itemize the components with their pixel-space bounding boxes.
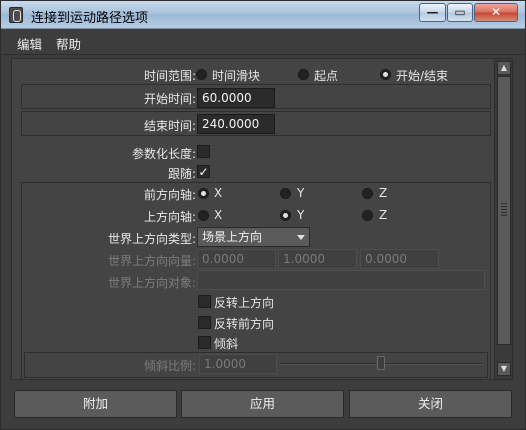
chevron-down-icon: ▼ [500,364,508,373]
dropdown-arrow-icon [297,235,305,240]
dialog-window: 连接到运动路径选项 — ▭ ✕ 编辑 帮助 时间范围: 时间滑块 起点 开始/结… [0,0,526,430]
scroll-up-button[interactable]: ▲ [497,61,511,75]
menu-bar: 编辑 帮助 [2,30,524,54]
front-axis-x-label[interactable]: X [214,186,222,200]
menu-edit[interactable]: 编辑 [17,34,42,53]
start-time-label: 开始时间: [143,92,196,106]
end-time-field[interactable]: 240.0000 [197,114,275,134]
front-axis-y-label[interactable]: Y [297,186,304,200]
minimize-icon: — [426,5,439,19]
world-up-vector-y-field[interactable]: 1.0000 [278,249,357,269]
time-range-slider-label[interactable]: 时间滑块 [212,67,260,84]
world-up-vector-x-field[interactable]: 0.0000 [197,249,276,269]
inverse-up-checkbox[interactable] [198,295,211,308]
bank-checkbox[interactable] [198,336,211,349]
close-icon: ✕ [490,5,502,19]
scroll-down-button[interactable]: ▼ [497,362,511,376]
world-up-object-label: 世界上方向对象: [107,276,196,290]
world-up-type-value: 场景上方向 [202,230,263,244]
up-axis-y-label[interactable]: Y [297,208,304,222]
up-axis-z-label[interactable]: Z [379,208,387,222]
close-window-button[interactable]: ✕ [474,3,518,22]
time-range-start-end-radio[interactable] [380,69,391,80]
bank-label[interactable]: 倾斜 [214,335,238,352]
inverse-front-label[interactable]: 反转前方向 [214,315,274,332]
world-up-vector-label: 世界上方向向量: [107,254,196,268]
close-button[interactable]: 关闭 [349,390,512,418]
options-panel: 时间范围: 时间滑块 起点 开始/结束 开始时间: 60.0000 结束时间: … [11,58,513,380]
inverse-up-label[interactable]: 反转上方向 [214,294,274,311]
time-range-start-label[interactable]: 起点 [314,67,338,84]
bank-scale-label: 倾斜比例: [143,359,196,373]
maximize-icon: ▭ [454,5,466,19]
front-axis-label: 前方向轴: [143,188,196,202]
world-up-type-label: 世界上方向类型: [107,232,196,246]
up-axis-z-radio[interactable] [362,210,373,221]
parametric-length-label: 参数化长度: [131,147,196,161]
world-up-vector-z-field[interactable]: 0.0000 [360,249,439,269]
world-up-object-field[interactable] [197,270,485,290]
inverse-front-checkbox[interactable] [198,316,211,329]
bank-scale-slider-thumb[interactable] [377,356,385,370]
minimize-button[interactable]: — [419,3,446,22]
time-range-start-end-label[interactable]: 开始/结束 [396,67,448,84]
panel-scrollbar[interactable]: ▲ ▼ [494,59,512,379]
bank-scale-field[interactable]: 1.0000 [199,354,277,374]
front-axis-y-radio[interactable] [280,188,291,199]
up-axis-y-radio[interactable] [280,210,291,221]
front-axis-x-radio[interactable] [198,188,209,199]
up-axis-x-label[interactable]: X [214,208,222,222]
grip-icon [501,203,507,217]
follow-checkbox[interactable]: ✓ [197,165,210,178]
end-time-label: 结束时间: [143,119,196,133]
attach-button[interactable]: 附加 [14,390,177,418]
up-axis-x-radio[interactable] [198,210,209,221]
apply-button[interactable]: 应用 [181,390,344,418]
chevron-up-icon: ▲ [500,63,508,72]
scroll-thumb[interactable] [497,76,511,345]
time-range-slider-radio[interactable] [196,69,207,80]
time-range-start-radio[interactable] [298,69,309,80]
front-axis-z-radio[interactable] [362,188,373,199]
front-axis-z-label[interactable]: Z [379,186,387,200]
maximize-button[interactable]: ▭ [447,3,473,22]
maya-app-icon [9,7,23,23]
up-axis-label: 上方向轴: [143,210,196,224]
window-title: 连接到运动路径选项 [31,11,149,26]
menu-help[interactable]: 帮助 [56,34,81,53]
time-range-label: 时间范围: [143,69,196,83]
title-bar[interactable]: 连接到运动路径选项 — ▭ ✕ [1,1,525,29]
world-up-type-dropdown[interactable]: 场景上方向 [197,227,310,247]
menu-divider [2,54,524,55]
parametric-length-checkbox[interactable] [197,145,210,158]
start-time-field[interactable]: 60.0000 [197,88,275,108]
follow-label: 跟随: [167,167,196,181]
